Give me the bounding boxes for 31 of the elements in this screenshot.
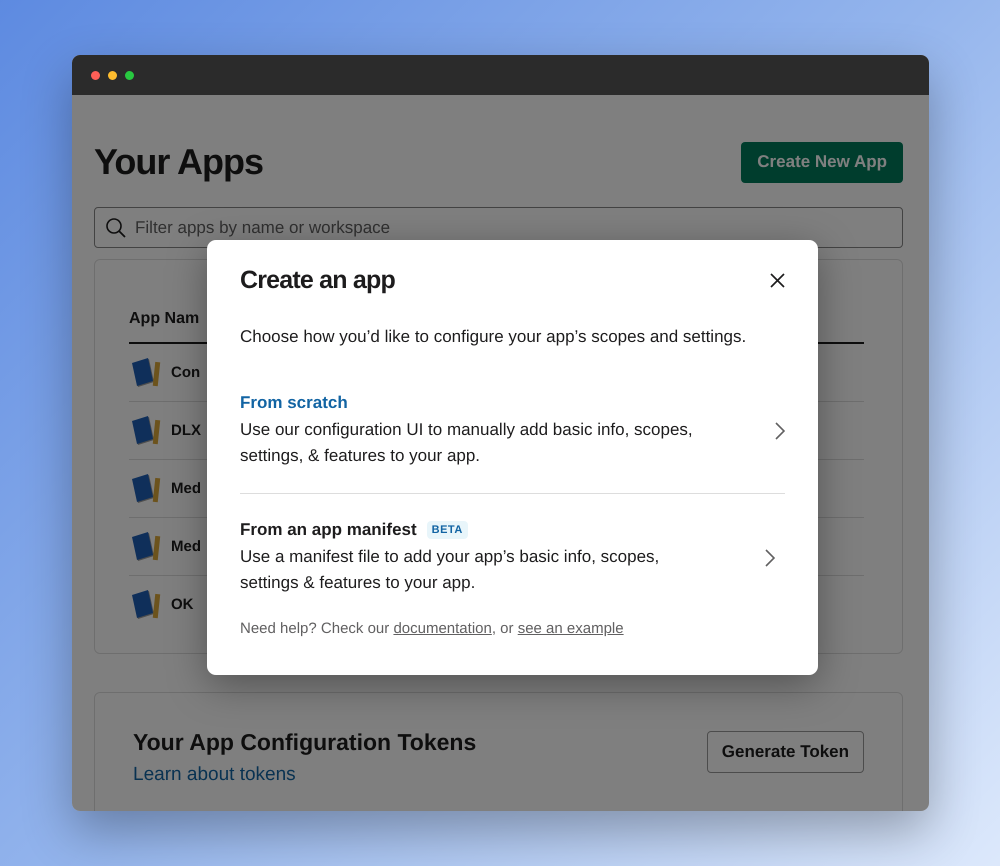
search-field[interactable]: Filter apps by name or workspace [94, 207, 903, 248]
page-title: Your Apps [94, 141, 263, 183]
app-name[interactable]: DLX [171, 422, 201, 439]
help-text: Need help? Check our documentation, or see an example [240, 620, 625, 637]
section-title: Your App Configuration Tokens [133, 729, 476, 756]
option-arrow-button[interactable] [765, 549, 775, 567]
app-name[interactable]: Med [171, 480, 201, 497]
beta-badge: BETA [426, 521, 468, 539]
learn-about-tokens-link[interactable]: Learn about tokens [133, 764, 476, 786]
modal-intro: Choose how you’d like to configure your app’s scopes and settings. [240, 327, 748, 347]
option-description: Use a manifest file to add your app’s basic info, scopes, settings & features to your app. [240, 546, 660, 594]
generate-token-button[interactable]: Generate Token [706, 731, 864, 773]
documentation-link[interactable]: documentation [393, 620, 492, 637]
app-name[interactable]: Med [171, 538, 201, 555]
app-name[interactable]: Con [171, 364, 200, 381]
create-new-app-button[interactable]: Create New App [741, 142, 903, 182]
option-description: Use our configuration UI to manually add basic info, scopes, settings, & features to your app. [240, 419, 694, 467]
close-window-dot[interactable] [91, 70, 100, 80]
option-arrow-button[interactable] [775, 422, 785, 440]
search-icon [105, 216, 127, 238]
modal-title: Create an app [240, 266, 395, 295]
minimize-window-dot[interactable] [108, 70, 117, 80]
close-icon [770, 273, 785, 288]
search-input[interactable]: Filter apps by name or workspace [133, 216, 892, 238]
app-name[interactable]: OK [171, 596, 194, 613]
option-title[interactable]: From an app manifest [240, 520, 417, 540]
chevron-right-icon [775, 422, 785, 440]
example-link[interactable]: see an example [518, 620, 624, 637]
zoom-window-dot[interactable] [125, 70, 134, 80]
option-title[interactable]: From scratch [240, 393, 348, 413]
chevron-right-icon [765, 549, 775, 567]
